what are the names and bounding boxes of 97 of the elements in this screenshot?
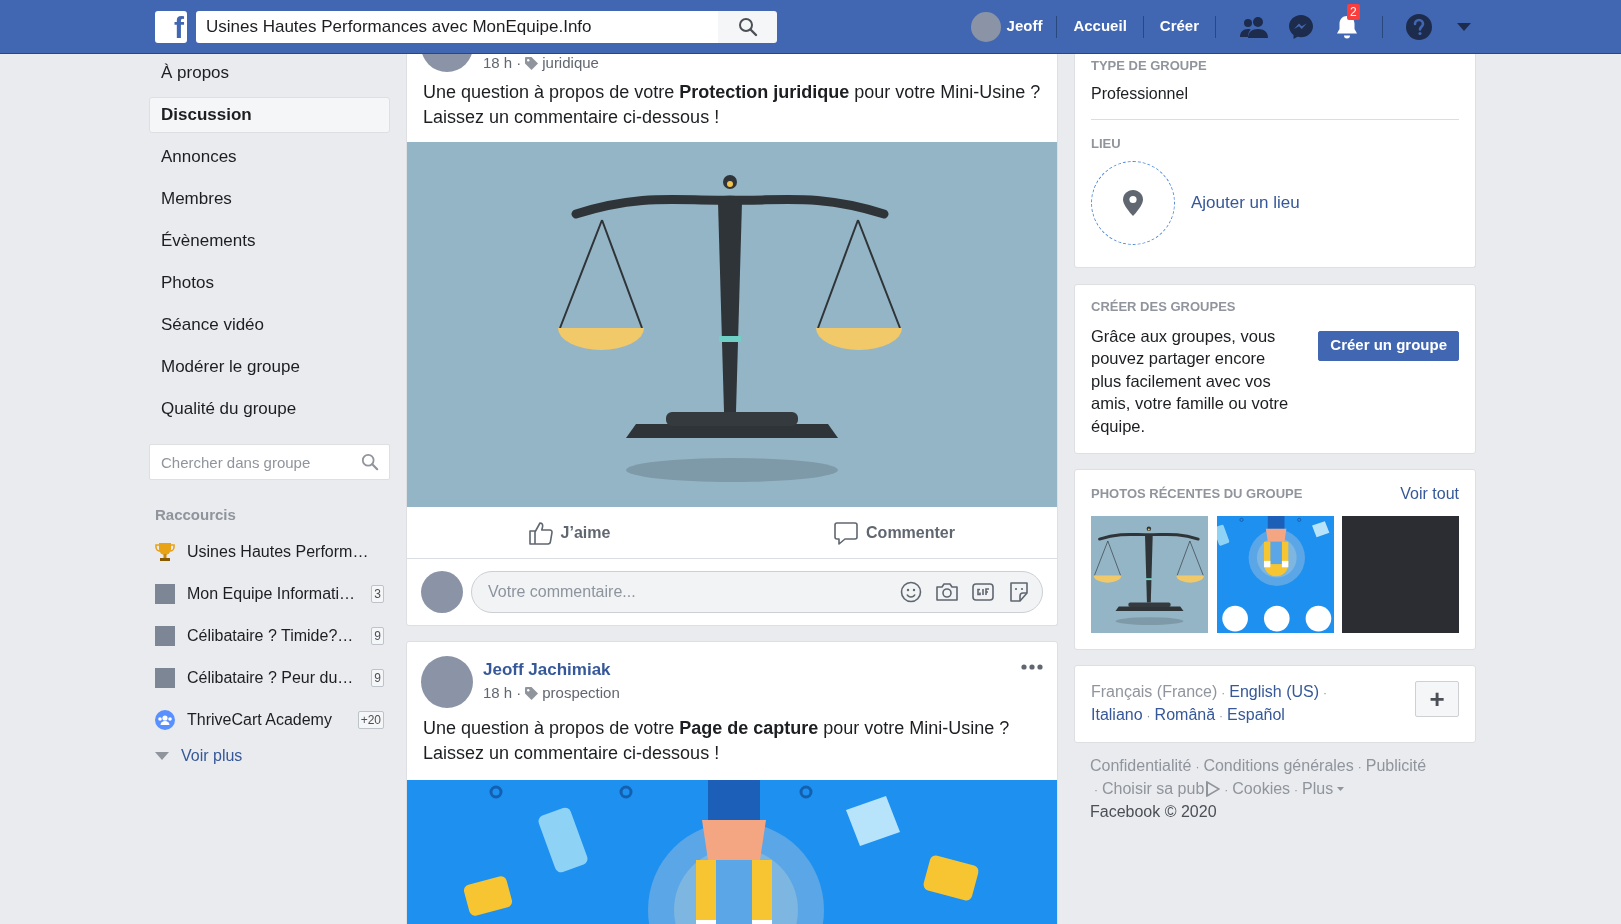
separator: · bbox=[1221, 686, 1226, 700]
avatar bbox=[421, 656, 473, 708]
language-link[interactable]: Español bbox=[1227, 706, 1285, 723]
separator: · bbox=[1357, 760, 1362, 774]
shortcut-item[interactable]: Célibataire ? Peur du… 9 bbox=[149, 656, 390, 699]
caret-icon bbox=[1337, 787, 1345, 791]
comment-button[interactable]: Commenter bbox=[732, 507, 1057, 558]
section-label: TYPE DE GROUPE bbox=[1091, 57, 1208, 75]
camera-icon bbox=[935, 580, 959, 604]
play-icon bbox=[1206, 781, 1221, 797]
separator: · bbox=[516, 54, 522, 72]
nav-link[interactable]: Créer bbox=[1143, 15, 1215, 38]
separator: · bbox=[1294, 783, 1299, 797]
gif-icon bbox=[971, 580, 995, 604]
shortcut-item[interactable]: Usines Hautes Perform… bbox=[149, 530, 390, 573]
count-badge: 9 bbox=[371, 626, 384, 645]
separator: · bbox=[1224, 783, 1229, 797]
separator: · bbox=[1323, 686, 1328, 700]
sidebar-item[interactable]: Séance vidéo bbox=[149, 307, 390, 343]
separator: · bbox=[516, 684, 522, 702]
photo-placeholder bbox=[155, 583, 175, 604]
create-groups-description: Grâce aux groupes, vous pouvez partager encore plus facilement avec vos amis, votre famille ou votre équipe. bbox=[1091, 325, 1290, 437]
caret-icon bbox=[155, 751, 169, 760]
thumbs-up-icon bbox=[528, 520, 553, 545]
sidebar-item[interactable]: À propos bbox=[149, 55, 390, 91]
author-name[interactable]: Jeoff Jachimiak bbox=[483, 658, 620, 682]
topic-tag[interactable]: juridique bbox=[542, 54, 599, 72]
language-link[interactable]: Italiano bbox=[1091, 706, 1143, 723]
shortcut-label: Célibataire ? Timide?… bbox=[187, 625, 355, 646]
shortcut-label: Mon Equipe Informati… bbox=[187, 583, 357, 604]
shortcut-label: ThriveCart Academy bbox=[187, 709, 333, 730]
separator: · bbox=[1219, 709, 1224, 723]
avatar bbox=[421, 571, 463, 613]
search-button[interactable] bbox=[718, 10, 777, 43]
separator: · bbox=[1195, 760, 1200, 774]
shortcut-label: Usines Hautes Perform… bbox=[187, 541, 370, 562]
photo-placeholder bbox=[155, 625, 175, 646]
post-time[interactable]: 18 h bbox=[483, 54, 513, 72]
see-more-link[interactable]: Voir plus bbox=[155, 740, 390, 771]
search-field[interactable]: Usines Hautes Performances avec MonEquipe.Info bbox=[196, 10, 718, 43]
shortcut-item[interactable]: Mon Equipe Informati… 3 bbox=[149, 572, 390, 615]
speech-bubble-icon bbox=[834, 520, 859, 545]
sidebar-item[interactable]: Annonces bbox=[149, 139, 390, 175]
search-icon bbox=[361, 453, 379, 471]
sidebar-item[interactable]: Évènements bbox=[149, 223, 390, 259]
count-badge: 9 bbox=[371, 668, 384, 687]
shortcut-label: Célibataire ? Peur du… bbox=[187, 667, 355, 688]
add-language-button[interactable]: + bbox=[1415, 681, 1459, 717]
separator: · bbox=[1094, 783, 1098, 797]
comment-field[interactable]: Votre commentaire... bbox=[471, 571, 1043, 613]
user-link[interactable]: Jeoff bbox=[970, 11, 1057, 42]
copyright: Facebook © 2020 bbox=[1090, 802, 1218, 822]
photo-placeholder bbox=[155, 667, 175, 688]
facebook-logo[interactable]: f bbox=[155, 10, 187, 43]
separator: · bbox=[1146, 709, 1151, 723]
search-icon bbox=[737, 16, 758, 37]
section-label: PHOTOS RÉCENTES DU GROUPE bbox=[1091, 485, 1303, 504]
group-search-field[interactable]: Chercher dans groupe bbox=[149, 444, 390, 480]
sidebar-item[interactable]: Modérer le groupe bbox=[149, 349, 390, 385]
like-button[interactable]: J’aime bbox=[407, 507, 732, 558]
count-badge: +20 bbox=[357, 710, 384, 729]
see-all-link[interactable]: Voir tout bbox=[1400, 482, 1459, 506]
friends-icon[interactable] bbox=[1240, 14, 1268, 39]
language-link[interactable]: Română bbox=[1154, 706, 1216, 723]
messenger-icon[interactable] bbox=[1288, 13, 1314, 40]
notification-count: 2 bbox=[1347, 3, 1360, 20]
map-pin-icon bbox=[1123, 190, 1143, 216]
avatar bbox=[970, 11, 1001, 42]
shortcut-item[interactable]: ThriveCart Academy +20 bbox=[149, 698, 390, 741]
trophy-icon bbox=[155, 541, 175, 562]
count-badge: 3 bbox=[371, 584, 384, 603]
shortcut-item[interactable]: Célibataire ? Timide?… 9 bbox=[149, 614, 390, 657]
sidebar-item[interactable]: Photos bbox=[149, 265, 390, 301]
scales-illustration[interactable] bbox=[1091, 516, 1208, 633]
shortcuts-heading: Raccourcis bbox=[155, 505, 237, 525]
group-type: Professionnel bbox=[1091, 83, 1189, 104]
post-text: Une question à propos de votre Page de capture pour votre Mini-Usine ? Laissez un commentaire ci-dessous ! bbox=[422, 717, 1011, 765]
section-label: CRÉER DES GROUPES bbox=[1091, 298, 1237, 316]
sidebar-item[interactable]: Qualité du groupe bbox=[149, 391, 390, 427]
smiley-icon bbox=[899, 580, 923, 604]
sidebar-item[interactable]: Membres bbox=[149, 181, 390, 217]
sticker-icon bbox=[1007, 580, 1031, 604]
tag-icon bbox=[525, 686, 539, 700]
post-text: Une question à propos de votre Protection juridique pour votre Mini-Usine ? Laissez un commentaire ci-dessous ! bbox=[422, 81, 1042, 129]
language-link[interactable]: English (US) bbox=[1229, 683, 1320, 700]
add-location-link[interactable]: Ajouter un lieu bbox=[1191, 190, 1300, 216]
create-group-button[interactable]: Créer un groupe bbox=[1318, 330, 1459, 361]
caret-icon[interactable] bbox=[1457, 22, 1471, 31]
section-label: LIEU bbox=[1091, 134, 1122, 153]
sidebar-item[interactable]: Discussion bbox=[149, 97, 390, 133]
magnet-illustration[interactable] bbox=[1216, 516, 1334, 633]
topic-tag[interactable]: prospection bbox=[542, 684, 620, 702]
post-time[interactable]: 18 h bbox=[483, 684, 513, 702]
help-icon[interactable] bbox=[1405, 12, 1433, 41]
more-options-icon bbox=[1021, 664, 1043, 670]
nav-link[interactable]: Accueil bbox=[1057, 15, 1143, 38]
group-icon bbox=[155, 709, 175, 730]
